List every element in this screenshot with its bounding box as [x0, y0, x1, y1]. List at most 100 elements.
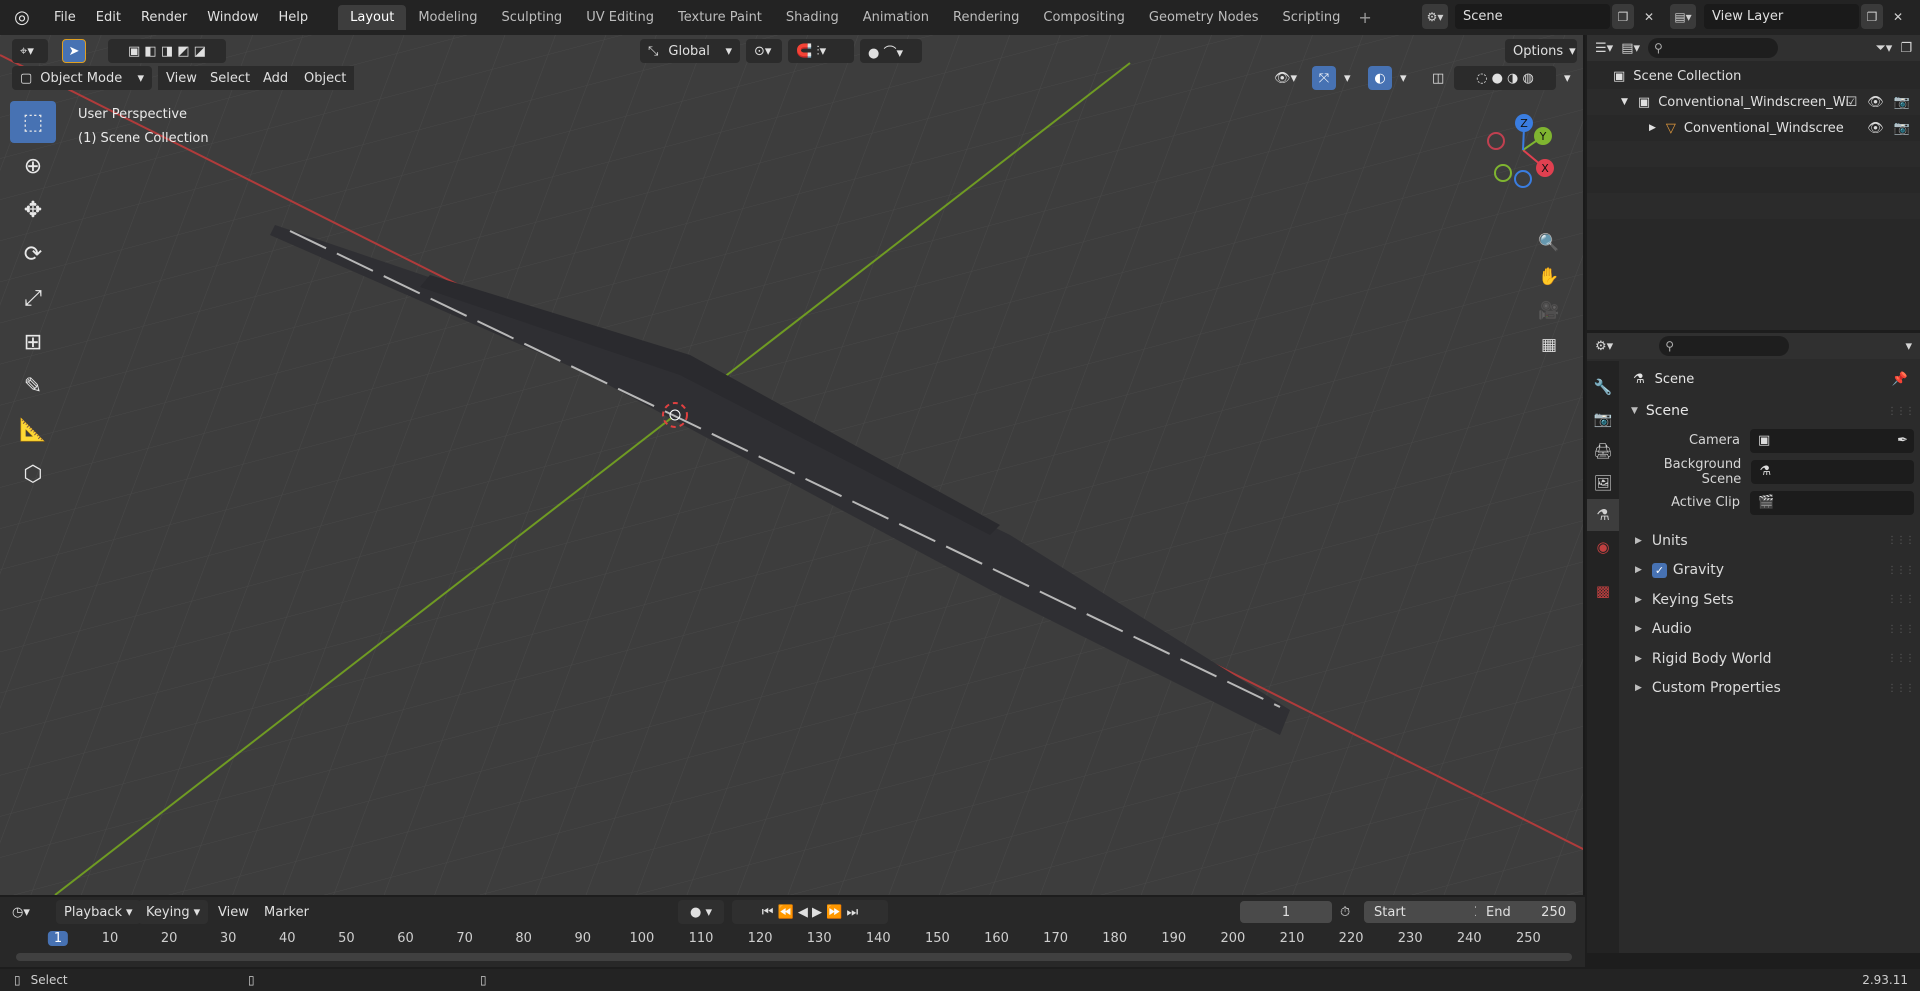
tab-scripting[interactable]: Scripting	[1271, 5, 1353, 30]
timeline-editor[interactable]: ◷▾ Playback ▾ Keying ▾ View Marker ● ▾ ⏮ ⏪…	[0, 897, 1585, 967]
remove-view-layer-icon[interactable]: ✕	[1887, 4, 1909, 29]
menu-view[interactable]: View	[158, 66, 205, 90]
cursor-tool-icon[interactable]: ⊕	[10, 145, 56, 187]
view-layer-field[interactable]: View Layer	[1704, 4, 1859, 29]
tab-sculpting[interactable]: Sculpting	[489, 5, 574, 30]
properties-editor-icon[interactable]: ⚙▾	[1595, 339, 1613, 354]
end-frame-field[interactable]: End 250	[1476, 901, 1576, 923]
playback-controls[interactable]: ⏮ ⏪ ◀ ▶ ⏩ ⏭	[732, 900, 888, 924]
output-tab-icon[interactable]: 🖨	[1587, 435, 1619, 467]
chevron-down-icon[interactable]: ▾	[1392, 66, 1410, 90]
chevron-down-icon[interactable]: ▾	[1905, 339, 1912, 354]
menu-add[interactable]: Add	[255, 66, 297, 90]
menu-view[interactable]: View	[210, 900, 257, 924]
axis-gizmo[interactable]: X Y Z	[1473, 105, 1583, 215]
transform-tool-icon[interactable]: ⊞	[10, 321, 56, 363]
camera-icon[interactable]: 📷	[1894, 121, 1910, 136]
outliner-row-object[interactable]: ▶ ▽ Conventional_Windscree 👁 📷	[1587, 115, 1920, 141]
eye-icon[interactable]: 👁	[1867, 95, 1884, 110]
select-tool-icon[interactable]: ➤	[62, 39, 86, 63]
3d-viewport[interactable]: ⌖▾ ➤ ▣ ◧ ◨ ◩ ◪ ⤡ Global ▾ ⊙▾ 🧲 ⫶▾ ● ⌒▾ O…	[0, 35, 1585, 895]
scale-tool-icon[interactable]: ⤢	[10, 277, 56, 319]
visibility-icon[interactable]: 👁▾	[1266, 66, 1306, 90]
zoom-icon[interactable]: 🔍	[1535, 229, 1563, 257]
view-layer-selector-icon[interactable]: ▤▾	[1670, 4, 1696, 29]
current-frame-field[interactable]: 1	[1240, 901, 1332, 923]
chevron-down-icon[interactable]: ▾	[1556, 66, 1576, 90]
pivot-point-icon[interactable]: ⊙▾	[746, 39, 782, 63]
start-frame-field[interactable]: Start1	[1364, 901, 1492, 923]
measure-tool-icon[interactable]: 📐	[10, 409, 56, 451]
proportional-edit-icon[interactable]: ● ⌒▾	[860, 39, 922, 63]
menu-playback[interactable]: Playback ▾	[56, 900, 141, 924]
tab-animation[interactable]: Animation	[851, 5, 941, 30]
record-keyframe-icon[interactable]: ● ▾	[678, 900, 724, 924]
eyedropper-icon[interactable]: ✒	[1897, 433, 1908, 448]
add-workspace-icon[interactable]: +	[1358, 8, 1371, 27]
pin-icon[interactable]: 📌	[1892, 372, 1908, 387]
menu-keying[interactable]: Keying ▾	[138, 900, 209, 924]
view-layer-tab-icon[interactable]: 🖼	[1587, 467, 1619, 499]
outliner-editor-icon[interactable]: ☰▾	[1595, 41, 1613, 56]
stopwatch-icon[interactable]: ⏱	[1340, 900, 1360, 924]
menu-render[interactable]: Render	[131, 10, 197, 25]
gizmo-toggle-icon[interactable]: ⤧	[1312, 66, 1336, 90]
panel-keying-sets-header[interactable]: ▶ Keying Sets ⋮⋮⋮	[1621, 585, 1920, 615]
outliner-row-collection[interactable]: ▼ ▣ Conventional_Windscreen_Wi ☑ 👁 📷	[1587, 89, 1920, 115]
expand-arrow-icon[interactable]: ▼	[1621, 97, 1628, 107]
timeline-scrollbar[interactable]	[16, 953, 1572, 961]
tab-rendering[interactable]: Rendering	[941, 5, 1031, 30]
blender-logo-icon[interactable]: ◎	[0, 0, 44, 35]
new-view-layer-icon[interactable]: ❐	[1861, 4, 1883, 29]
pan-hand-icon[interactable]: ✋	[1535, 263, 1563, 291]
texture-tab-icon[interactable]: ▩	[1587, 575, 1619, 607]
filter-icon[interactable]: ⏷▾	[1875, 41, 1892, 56]
add-cube-tool-icon[interactable]: ⬡	[10, 453, 56, 495]
camera-icon[interactable]: 📷	[1894, 95, 1910, 110]
timeline-editor-icon[interactable]: ◷▾	[12, 900, 30, 924]
rotate-tool-icon[interactable]: ⟳	[10, 233, 56, 275]
tab-uv-editing[interactable]: UV Editing	[574, 5, 666, 30]
eye-icon[interactable]: 👁	[1867, 121, 1884, 136]
transform-orientation-select[interactable]: ⤡ Global ▾	[640, 39, 740, 63]
shading-mode-icons[interactable]: ◌ ● ◑ ◍	[1454, 66, 1556, 90]
background-scene-field[interactable]: ⚗	[1751, 459, 1914, 484]
scene-selector-icon[interactable]: ⚙▾	[1422, 4, 1448, 29]
panel-gravity-header[interactable]: ▶ ✓ Gravity ⋮⋮⋮	[1621, 556, 1920, 586]
menu-help[interactable]: Help	[269, 10, 319, 25]
tab-shading[interactable]: Shading	[774, 5, 851, 30]
camera-view-icon[interactable]: 🎥	[1535, 297, 1563, 325]
tab-modeling[interactable]: Modeling	[406, 5, 489, 30]
navigation-gizmo[interactable]: X Y Z 🔍 ✋ 🎥 ▦	[1473, 105, 1583, 365]
new-scene-icon[interactable]: ❐	[1612, 4, 1634, 29]
ortho-toggle-icon[interactable]: ▦	[1535, 331, 1563, 359]
xray-toggle-icon[interactable]: ◫	[1424, 66, 1448, 90]
object-mode-select[interactable]: ▢ Object Mode ▾	[12, 66, 152, 90]
scene-tab-icon[interactable]: ⚗	[1587, 499, 1619, 531]
selection-mode-icons[interactable]: ▣ ◧ ◨ ◩ ◪	[108, 39, 226, 63]
panel-units-header[interactable]: ▶ Units ⋮⋮⋮	[1621, 526, 1920, 556]
tool-tab-icon[interactable]: 🔧	[1587, 371, 1619, 403]
render-tab-icon[interactable]: 📷	[1587, 403, 1619, 435]
display-mode-icon[interactable]: ▤▾	[1621, 41, 1640, 56]
menu-edit[interactable]: Edit	[86, 10, 131, 25]
menu-select[interactable]: Select	[202, 66, 259, 90]
panel-audio-header[interactable]: ▶ Audio ⋮⋮⋮	[1621, 615, 1920, 645]
menu-marker[interactable]: Marker	[256, 900, 317, 924]
panel-scene-header[interactable]: ▼ Scene ⋮⋮⋮	[1621, 397, 1920, 425]
tab-geometry-nodes[interactable]: Geometry Nodes	[1137, 5, 1271, 30]
tab-compositing[interactable]: Compositing	[1031, 5, 1137, 30]
world-tab-icon[interactable]: ◉	[1587, 531, 1619, 563]
panel-rigid-body-header[interactable]: ▶ Rigid Body World ⋮⋮⋮	[1621, 644, 1920, 674]
panel-custom-properties-header[interactable]: ▶ Custom Properties ⋮⋮⋮	[1621, 674, 1920, 704]
active-clip-field[interactable]: 🎬	[1750, 490, 1914, 515]
expand-arrow-icon[interactable]: ▶	[1649, 123, 1656, 133]
camera-field[interactable]: ▣ ✒	[1750, 428, 1914, 453]
tab-texture-paint[interactable]: Texture Paint	[666, 5, 774, 30]
gravity-checkbox[interactable]: ✓	[1651, 562, 1667, 578]
menu-window[interactable]: Window	[197, 10, 268, 25]
properties-search-input[interactable]: ⚲	[1659, 336, 1790, 356]
move-tool-icon[interactable]: ✥	[10, 189, 56, 231]
frame-ruler[interactable]: 1 10 20 30 40 50 60 70 80 90 100 110 120 130 140 150 160…	[0, 929, 1585, 949]
chevron-down-icon[interactable]: ▾	[1336, 66, 1354, 90]
